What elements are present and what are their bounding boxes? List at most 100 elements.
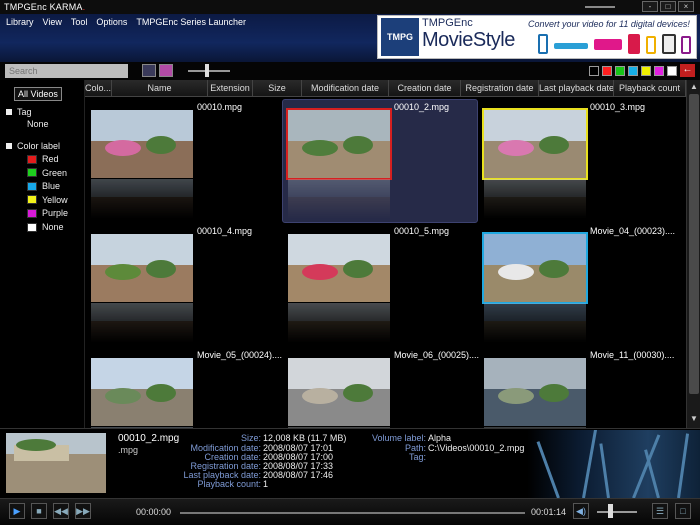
color-swatch [27,154,37,164]
volume-slider[interactable] [597,511,637,513]
video-thumbnail[interactable] [91,234,193,302]
video-thumbnail[interactable] [286,108,392,180]
menu-library[interactable]: Library [6,17,34,29]
menu-view[interactable]: View [43,17,62,29]
video-name[interactable]: 00010_2.mpg [394,102,449,112]
devices-icon [536,34,696,56]
selected-preview [6,433,106,493]
color-filter-swatch[interactable] [615,66,625,76]
stop-icon[interactable]: ■ [31,503,47,519]
col-last-playback-date[interactable]: Last playback date [539,80,614,97]
video-thumbnail[interactable] [91,358,193,426]
menu-options[interactable]: Options [96,17,127,29]
info-tag: Tag: [408,452,426,462]
info-size: Size: 12,008 KB (11.7 MB) [240,433,347,443]
color-filter-swatch[interactable] [589,66,599,76]
fast-forward-icon[interactable]: ▶▶ [75,503,91,519]
video-thumbnail[interactable] [288,358,390,426]
color-filter-swatch[interactable] [654,66,664,76]
rewind-icon[interactable]: ◀◀ [53,503,69,519]
list-view-icon[interactable] [142,64,156,77]
color-label-item[interactable]: Green [27,168,67,178]
zoom-slider-knob[interactable] [205,64,209,77]
menu-series-launcher[interactable]: TMPGEnc Series Launcher [136,17,246,29]
title-slider[interactable] [585,6,615,8]
color-swatch [27,195,37,205]
video-thumbnail[interactable] [484,358,586,426]
tmpg-logo: TMPG [381,18,419,56]
color-filter-swatch[interactable] [628,66,638,76]
volume-icon[interactable]: ◀) [573,503,589,519]
column-headers: Colo... Name Extension Size Modification… [85,80,686,97]
back-icon[interactable]: ← [680,64,695,77]
col-creation-date[interactable]: Creation date [389,80,461,97]
video-name[interactable]: 00010_3.mpg [590,102,645,112]
color-filter-swatch[interactable] [667,66,677,76]
close-button[interactable]: × [678,1,694,12]
moviestyle-banner[interactable]: TMPG TMPGEnc MovieStyle Convert your vid… [377,15,697,59]
col-modification-date[interactable]: Modification date [302,80,389,97]
search-input[interactable] [5,64,128,78]
color-label-text: Yellow [42,194,68,205]
fullscreen-icon[interactable]: □ [675,503,691,519]
video-name[interactable]: 00010_5.mpg [394,226,449,236]
list-layout-icon[interactable]: ☰ [652,503,668,519]
scroll-thumb[interactable] [689,94,699,394]
video-thumbnail[interactable] [482,108,588,180]
col-registration-date[interactable]: Registration date [461,80,539,97]
video-name[interactable]: Movie_06_(00025).... [394,350,479,360]
col-playback-count[interactable]: Playback count [614,80,686,97]
current-time: 00:00:00 [136,507,172,517]
thumbnail-reflection [484,303,586,343]
color-swatch [27,208,37,218]
minimize-button[interactable]: - [642,1,658,12]
color-label-item[interactable]: Yellow [27,195,68,205]
video-name[interactable]: Movie_04_(00023).... [590,226,675,236]
total-time: 00:01:14 [531,507,567,517]
col-name[interactable]: Name [112,80,208,97]
video-name[interactable]: 00010.mpg [197,102,242,112]
play-icon[interactable]: ▶ [9,503,25,519]
collapse-icon[interactable] [6,109,12,115]
volume-slider-knob[interactable] [608,504,613,518]
video-thumbnail[interactable] [482,232,588,304]
thumbnail-view-icon[interactable] [159,64,173,77]
all-videos-button[interactable]: All Videos [14,87,62,101]
menu-tool[interactable]: Tool [71,17,88,29]
color-label-item[interactable]: Red [27,154,59,164]
color-label-text: Green [42,167,68,178]
video-grid: 00010.mpg 00010_2.mpg 00010_3.mpg 00010_4.m… [85,97,686,428]
zoom-slider[interactable] [188,70,230,72]
video-name[interactable]: Movie_11_(00030).... [590,350,674,360]
color-label-item[interactable]: Purple [27,208,68,218]
vertical-scrollbar[interactable]: ▲ ▼ [686,80,700,428]
maximize-button[interactable]: □ [660,1,676,12]
video-name[interactable]: 00010_4.mpg [197,226,252,236]
scroll-down-icon[interactable]: ▼ [689,414,699,424]
tag-section[interactable]: Tag [6,107,32,117]
menu-bar: Library View Tool Options TMPGEnc Series… [0,17,246,29]
title-bar: TMPGEnc KARMA. - □ × [0,0,700,14]
video-thumbnail[interactable] [288,234,390,302]
color-swatch [27,168,37,178]
color-label-item[interactable]: None [27,222,64,232]
col-color[interactable]: Colo... [85,80,112,97]
tag-none[interactable]: None [27,119,49,129]
color-filter-swatch[interactable] [641,66,651,76]
color-label-item[interactable]: Blue [27,181,60,191]
color-label-text: Blue [42,181,61,192]
collapse-icon[interactable] [6,143,12,149]
color-label-text: None [42,222,64,232]
info-playback-count: Playback count: 1 [197,479,269,489]
color-label-section[interactable]: Color label [6,141,60,151]
scroll-up-icon[interactable]: ▲ [689,82,699,92]
info-filename: 00010_2.mpg [118,433,180,444]
col-size[interactable]: Size [253,80,302,97]
seek-bar[interactable] [180,512,525,514]
video-name[interactable]: Movie_05_(00024).... [197,350,282,360]
info-extension: .mpg [118,445,139,455]
color-filter-swatch[interactable] [602,66,612,76]
col-extension[interactable]: Extension [208,80,253,97]
thumbnail-reflection [288,303,390,343]
video-thumbnail[interactable] [91,110,193,178]
